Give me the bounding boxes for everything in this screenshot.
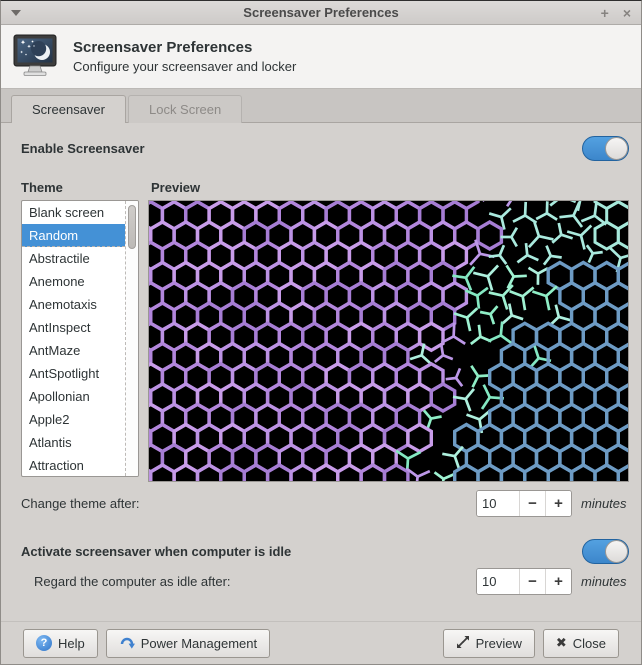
theme-label: Theme	[21, 180, 63, 195]
theme-list-scrollbar[interactable]	[125, 201, 138, 476]
close-button[interactable]: ✖ Close	[542, 628, 619, 658]
power-management-button[interactable]: Power Management	[105, 628, 271, 658]
theme-list-item[interactable]: Abstractile	[22, 247, 125, 270]
screensaver-tab-content: Enable Screensaver Theme Preview Blank s…	[1, 123, 641, 621]
action-bar: ? Help Power Management Preview ✖ Close	[1, 621, 641, 664]
enable-screensaver-toggle[interactable]	[582, 136, 629, 161]
window-menu-icon[interactable]	[11, 9, 21, 16]
theme-list-item[interactable]: AntSpotlight	[22, 362, 125, 385]
change-theme-spinbox: − +	[476, 489, 572, 517]
toggle-knob	[605, 137, 628, 160]
idle-delay-input[interactable]	[477, 568, 519, 594]
tab-strip: Screensaver Lock Screen	[1, 89, 641, 123]
page-title: Screensaver Preferences	[73, 39, 253, 56]
help-button-label: Help	[58, 635, 85, 651]
theme-list-item[interactable]: Atlantis	[22, 431, 125, 454]
scrollbar-thumb[interactable]	[128, 205, 136, 249]
window-title: Screensaver Preferences	[243, 5, 399, 20]
activate-when-idle-toggle[interactable]	[582, 539, 629, 564]
theme-list-item[interactable]: Attraction	[22, 454, 125, 476]
power-management-button-label: Power Management	[140, 635, 258, 651]
theme-list-item[interactable]: Anemone	[22, 270, 125, 293]
change-theme-after-label: Change theme after:	[21, 495, 140, 511]
screensaver-preview	[148, 200, 629, 482]
theme-list-item[interactable]: AntInspect	[22, 316, 125, 339]
enable-screensaver-label: Enable Screensaver	[21, 141, 145, 156]
theme-list-item[interactable]: Apple2	[22, 408, 125, 431]
change-theme-plus-button[interactable]: +	[545, 490, 571, 516]
idle-delay-minus-button[interactable]: −	[519, 568, 545, 594]
preview-label: Preview	[151, 180, 201, 195]
theme-list-item[interactable]: Anemotaxis	[22, 293, 125, 316]
toggle-knob	[605, 540, 628, 563]
maximize-button[interactable]: +	[601, 6, 609, 20]
page-subtitle: Configure your screensaver and locker	[73, 59, 297, 74]
change-theme-minus-button[interactable]: −	[519, 490, 545, 516]
header: Screensaver Preferences Configure your s…	[1, 25, 641, 89]
titlebar[interactable]: Screensaver Preferences + ×	[1, 1, 641, 25]
activate-when-idle-label: Activate screensaver when computer is id…	[21, 544, 292, 559]
fullscreen-preview-icon	[456, 635, 470, 652]
screensaver-app-icon	[11, 30, 59, 83]
close-icon: ✖	[555, 635, 567, 650]
theme-list-item[interactable]: Apollonian	[22, 385, 125, 408]
power-management-icon	[119, 634, 135, 653]
help-button[interactable]: ? Help	[23, 628, 98, 658]
close-window-button[interactable]: ×	[623, 6, 631, 20]
help-icon: ?	[36, 635, 52, 651]
preview-button-label: Preview	[475, 635, 522, 651]
theme-list[interactable]: Blank screen Random Abstractile Anemone Anem…	[21, 200, 139, 477]
change-theme-input[interactable]	[477, 490, 519, 516]
idle-delay-spinbox: − +	[476, 567, 572, 595]
screensaver-preferences-window: Screensaver Preferences + × Screensaver …	[0, 0, 642, 665]
theme-list-item[interactable]: AntMaze	[22, 339, 125, 362]
close-button-label: Close	[572, 635, 606, 651]
minutes-unit-label: minutes	[581, 495, 627, 511]
idle-delay-label: Regard the computer as idle after:	[34, 573, 231, 589]
theme-list-item[interactable]: Blank screen	[22, 201, 125, 224]
preview-art	[149, 201, 628, 481]
tab-lock-screen[interactable]: Lock Screen	[127, 95, 243, 123]
idle-delay-plus-button[interactable]: +	[545, 568, 571, 594]
tab-screensaver[interactable]: Screensaver	[11, 95, 126, 123]
preview-button[interactable]: Preview	[442, 628, 535, 658]
theme-list-item[interactable]: Random	[22, 224, 125, 247]
minutes-unit-label: minutes	[581, 573, 627, 589]
